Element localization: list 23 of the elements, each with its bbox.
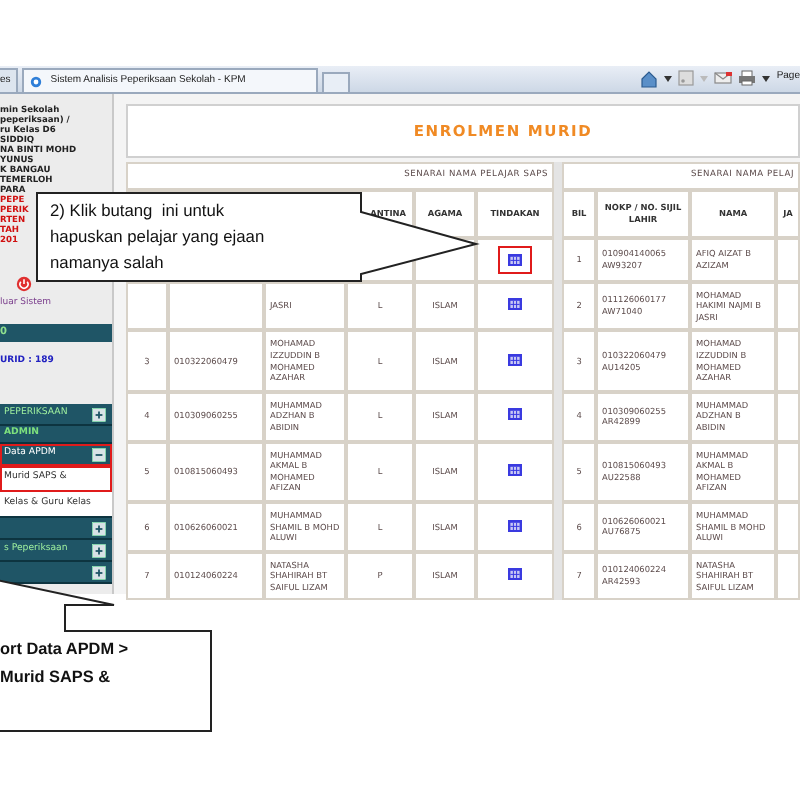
- caret-icon[interactable]: [664, 75, 673, 81]
- grid-icon[interactable]: [508, 463, 523, 476]
- plus-icon[interactable]: [92, 565, 106, 579]
- grid-icon[interactable]: [508, 408, 523, 421]
- plus-icon[interactable]: [92, 407, 106, 421]
- plus-icon[interactable]: [92, 521, 106, 535]
- caret-icon[interactable]: [762, 75, 771, 81]
- home-icon[interactable]: [640, 69, 659, 87]
- grid-icon[interactable]: [508, 298, 523, 311]
- callout-text: 2) Klik butang ini untuk hapuskan pelajar yang ejaan namanya salah: [50, 198, 265, 276]
- grid-icon[interactable]: [508, 568, 523, 581]
- callout-text: ort Data APDM > Murid SAPS &: [0, 638, 129, 690]
- grid-icon[interactable]: [508, 353, 523, 366]
- grid-icon[interactable]: [508, 519, 523, 531]
- minus-icon[interactable]: [92, 447, 106, 461]
- power-icon[interactable]: [16, 276, 32, 292]
- grid-icon[interactable]: [508, 253, 523, 266]
- menu-bar[interactable]: [0, 518, 112, 540]
- browser-icon: [30, 75, 43, 87]
- printer-icon[interactable]: [738, 70, 757, 86]
- plus-icon[interactable]: [92, 543, 106, 557]
- menu-bar[interactable]: [0, 562, 112, 584]
- mail-icon[interactable]: [714, 72, 733, 84]
